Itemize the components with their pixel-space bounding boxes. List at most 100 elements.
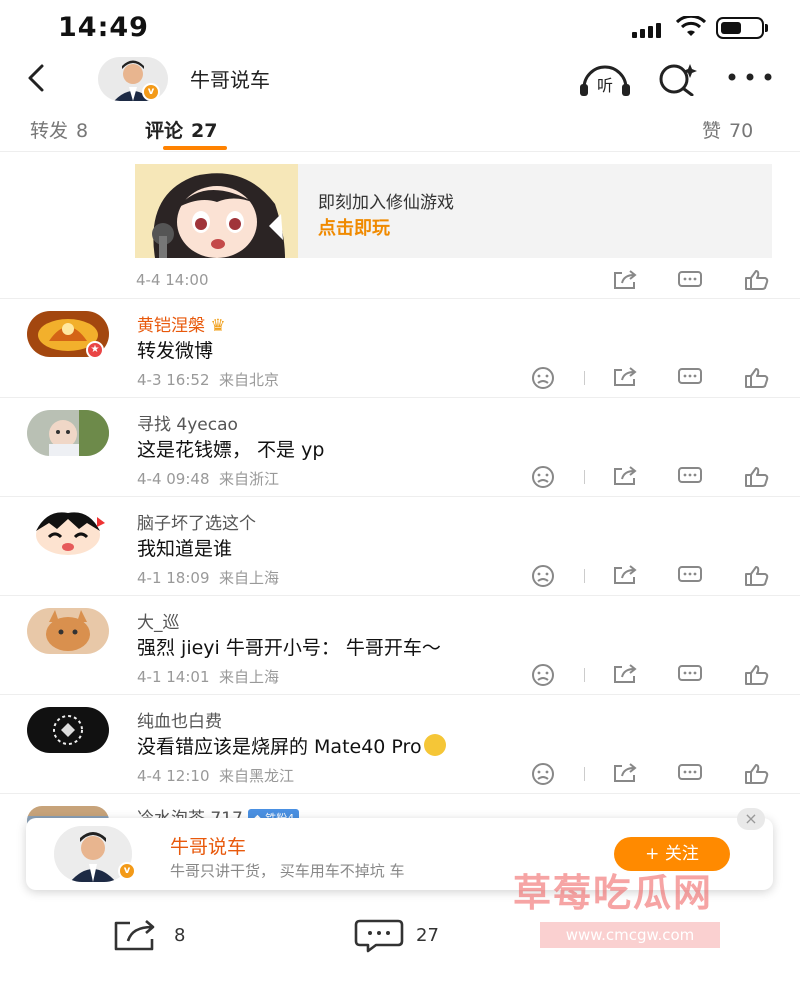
commenter-name[interactable]: 纯血也白费 bbox=[137, 707, 222, 732]
like-icon[interactable] bbox=[744, 565, 770, 587]
dislike-face-icon[interactable] bbox=[530, 763, 556, 785]
share-icon[interactable] bbox=[612, 270, 638, 290]
comment-time: 4-4 09:48 bbox=[137, 470, 210, 488]
comment-icon[interactable] bbox=[677, 367, 703, 387]
more-icon[interactable] bbox=[726, 72, 774, 82]
bottom-action-bar: 8 27 bbox=[0, 905, 800, 965]
game-ad-card[interactable]: 即刻加入修仙游戏 点击即玩 bbox=[135, 164, 772, 258]
comment-button[interactable]: 27 bbox=[354, 919, 439, 958]
star-badge-icon: ★ bbox=[86, 341, 104, 359]
comment-icon[interactable] bbox=[677, 466, 703, 486]
comment-text: 没看错应该是烧屏的 Mate40 Pro bbox=[137, 732, 446, 759]
commenter-name[interactable]: 脑子坏了选这个 bbox=[137, 509, 256, 534]
post-timestamp: 4-4 14:00 bbox=[136, 271, 209, 289]
account-name[interactable]: 牛哥说车 bbox=[190, 64, 270, 93]
follow-account-description: 牛哥只讲干货， 买车用车不掉坑 车 bbox=[170, 862, 405, 880]
repost-button[interactable]: 8 bbox=[112, 919, 185, 958]
commenter-name[interactable]: 黄铠涅槃 ♛ bbox=[137, 311, 226, 336]
divider bbox=[584, 668, 585, 682]
comment-meta: 4-1 18:09 来自上海 bbox=[137, 567, 279, 588]
divider bbox=[584, 371, 585, 385]
tab-likes-label: 赞 bbox=[702, 120, 722, 142]
signal-icon bbox=[632, 19, 664, 38]
comment-icon[interactable] bbox=[677, 763, 703, 783]
tab-likes[interactable]: 赞 70 bbox=[702, 116, 753, 143]
tab-bar: 转发 8 评论 27 赞 70 bbox=[0, 104, 800, 152]
like-icon[interactable] bbox=[744, 367, 770, 389]
close-icon[interactable]: × bbox=[737, 808, 765, 830]
comment-time: 4-1 14:01 bbox=[137, 668, 210, 686]
game-thumbnail bbox=[135, 164, 298, 258]
commenter-name[interactable]: 大_巡 bbox=[137, 608, 180, 633]
comment-meta: 4-4 09:48 来自浙江 bbox=[137, 468, 279, 489]
wifi-icon bbox=[676, 16, 706, 36]
comment-location: 来自浙江 bbox=[219, 470, 280, 488]
back-arrow-icon[interactable] bbox=[20, 62, 52, 94]
comment-icon[interactable] bbox=[677, 565, 703, 585]
comment-item: 大_巡 强烈 jieyi 牛哥开小号： 牛哥开车～ 4-1 14:01 来自上海 bbox=[0, 595, 800, 694]
share-icon[interactable] bbox=[612, 565, 638, 585]
comment-location: 来自上海 bbox=[219, 569, 280, 587]
share-icon[interactable] bbox=[612, 664, 638, 684]
headphone-icon: 听 bbox=[580, 65, 630, 96]
account-avatar[interactable]: v bbox=[98, 57, 168, 101]
comment-item: 脑子坏了选这个 我知道是谁 4-1 18:09 来自上海 bbox=[0, 496, 800, 595]
active-tab-indicator bbox=[163, 146, 227, 150]
commenter-avatar[interactable] bbox=[27, 707, 109, 753]
commenter-avatar[interactable] bbox=[27, 608, 109, 654]
comment-text: 我知道是谁 bbox=[137, 538, 233, 560]
comment-time: 4-4 12:10 bbox=[137, 767, 210, 785]
comment-bubble-icon bbox=[354, 919, 404, 953]
like-icon[interactable] bbox=[744, 763, 770, 785]
comment-location: 来自上海 bbox=[219, 668, 280, 686]
comment-meta: 4-3 16:52 来自北京 bbox=[137, 369, 279, 390]
status-bar: 14:49 bbox=[0, 0, 800, 52]
share-icon[interactable] bbox=[612, 367, 638, 387]
repost-count: 8 bbox=[174, 925, 186, 946]
dislike-face-icon[interactable] bbox=[530, 664, 556, 686]
search-icon[interactable] bbox=[656, 62, 698, 96]
comment-location: 来自北京 bbox=[219, 371, 280, 389]
comment-icon[interactable] bbox=[677, 664, 703, 684]
commenter-name[interactable]: 寻找 4yecao bbox=[137, 410, 238, 435]
follow-account-name[interactable]: 牛哥说车 bbox=[170, 832, 246, 859]
crown-icon: ♛ bbox=[210, 316, 226, 336]
tab-reposts-count: 8 bbox=[76, 120, 89, 142]
like-icon[interactable] bbox=[744, 664, 770, 686]
dislike-face-icon[interactable] bbox=[530, 367, 556, 389]
share-icon[interactable] bbox=[612, 763, 638, 783]
tab-reposts[interactable]: 转发 8 bbox=[30, 116, 88, 143]
comment-icon[interactable] bbox=[677, 270, 703, 290]
comment-text-content: 没看错应该是烧屏的 Mate40 Pro bbox=[137, 736, 422, 758]
comment-item: 纯血也白费 没看错应该是烧屏的 Mate40 Pro 4-4 12:10 来自黑… bbox=[0, 694, 800, 793]
comment-time: 4-3 16:52 bbox=[137, 371, 210, 389]
listen-label: 听 bbox=[597, 76, 613, 95]
share-icon[interactable] bbox=[612, 466, 638, 486]
divider bbox=[584, 569, 585, 583]
like-icon[interactable] bbox=[744, 466, 770, 488]
comment-meta: 4-4 12:10 来自黑龙江 bbox=[137, 765, 294, 786]
tab-likes-count: 70 bbox=[729, 120, 754, 142]
dislike-face-icon[interactable] bbox=[530, 565, 556, 587]
listen-button[interactable]: 听 bbox=[578, 62, 632, 100]
verified-badge-icon: v bbox=[142, 83, 160, 101]
comment-location: 来自黑龙江 bbox=[219, 767, 295, 785]
game-ad-title: 即刻加入修仙游戏 bbox=[318, 193, 454, 213]
tab-comments[interactable]: 评论 27 bbox=[145, 116, 217, 143]
comment-item: ★ 黄铠涅槃 ♛ 转发微博 4-3 16:52 来自北京 bbox=[0, 298, 800, 397]
like-icon[interactable] bbox=[744, 269, 770, 291]
title-bar: v 牛哥说车 听 bbox=[0, 52, 800, 104]
repost-icon bbox=[114, 920, 155, 951]
comment-count: 27 bbox=[416, 925, 439, 946]
tab-comments-label: 评论 bbox=[145, 120, 184, 142]
comment-text: 转发微博 bbox=[137, 340, 214, 362]
status-time: 14:49 bbox=[58, 12, 149, 43]
dislike-face-icon[interactable] bbox=[530, 466, 556, 488]
commenter-avatar[interactable] bbox=[27, 509, 109, 555]
verified-badge-icon: v bbox=[118, 862, 136, 880]
battery-icon bbox=[716, 17, 768, 39]
comment-text: 强烈 jieyi 牛哥开小号： 牛哥开车～ bbox=[137, 637, 441, 659]
commenter-avatar[interactable] bbox=[27, 410, 109, 456]
game-ad-cta[interactable]: 点击即玩 bbox=[318, 214, 390, 240]
commenter-name-text: 黄铠涅槃 bbox=[137, 316, 205, 336]
